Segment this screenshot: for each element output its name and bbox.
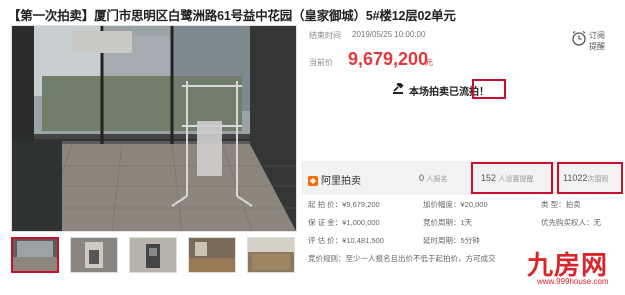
thumbnail-5[interactable] <box>247 237 295 273</box>
thumbnail-strip <box>11 237 295 273</box>
current-price: 9,679,200 <box>348 49 429 69</box>
balcony-photo-image <box>12 26 296 231</box>
stats-bar: ◆ 阿里拍卖 0 人报名 152 人设置提醒 11022次围观 <box>301 161 623 195</box>
price-unit: 元 <box>425 58 433 67</box>
watermark-logo: 九房网 www.999house.com <box>527 247 623 291</box>
thumbnail-image <box>13 239 57 271</box>
alarm-clock-icon <box>572 31 586 46</box>
brand-name: 阿里拍卖 <box>321 176 361 187</box>
alibaba-auction-brand: ◆ 阿里拍卖 <box>308 172 361 187</box>
thumbnail-image <box>248 238 294 272</box>
priority-buyer: 优先购买权人：无 <box>541 218 601 227</box>
sale-type: 类 型：拍卖 <box>541 200 581 209</box>
gavel-icon <box>393 83 404 94</box>
bid-rules: 竞价规则：至少一人报名且出价不低于起拍价，方可成交 <box>308 254 496 263</box>
thumbnail-3[interactable] <box>129 237 177 273</box>
highlight-box-reminders <box>471 162 553 194</box>
highlight-box-views <box>557 162 623 194</box>
appraisal-price: 评 估 价：¥10,481,500 <box>308 236 384 245</box>
subscribe-remind-button[interactable]: 订阅 提醒 <box>571 26 611 56</box>
bid-period: 竞价周期：1天 <box>423 218 473 227</box>
end-time-label: 结束时间 <box>309 31 341 40</box>
signup-stat: 0 人报名 <box>419 173 448 184</box>
bid-increment: 加价幅度：¥20,000 <box>423 200 488 209</box>
highlight-box-failed <box>472 79 506 99</box>
end-time-row: 结束时间 2019/05/25 10:00:00 <box>309 30 425 41</box>
signup-label: 人报名 <box>426 176 448 183</box>
thumbnail-1[interactable] <box>11 237 59 273</box>
thumbnail-image <box>71 238 117 272</box>
price-label: 当前价 <box>309 58 333 67</box>
page-title: 【第一次拍卖】厦门市思明区白鹭洲路61号益中花园（皇家御城）5#楼12层02单元 <box>8 9 456 23</box>
thumbnail-image <box>189 238 235 272</box>
alibaba-logo-icon: ◆ <box>308 176 318 187</box>
thumbnail-image <box>130 238 176 272</box>
thumbnail-2[interactable] <box>70 237 118 273</box>
end-time-value: 2019/05/25 10:00:00 <box>352 30 426 39</box>
delay-period: 延时周期：5分钟 <box>423 236 480 245</box>
deposit: 保 证 金：¥1,000,000 <box>308 218 380 227</box>
thumbnail-4[interactable] <box>188 237 236 273</box>
signup-count: 0 <box>419 173 425 183</box>
remind-label: 订阅 提醒 <box>589 31 605 51</box>
watermark-url: www.999house.com <box>537 277 609 286</box>
main-photo[interactable] <box>11 25 297 232</box>
start-price: 起 拍 价：¥9,679,200 <box>308 200 380 209</box>
